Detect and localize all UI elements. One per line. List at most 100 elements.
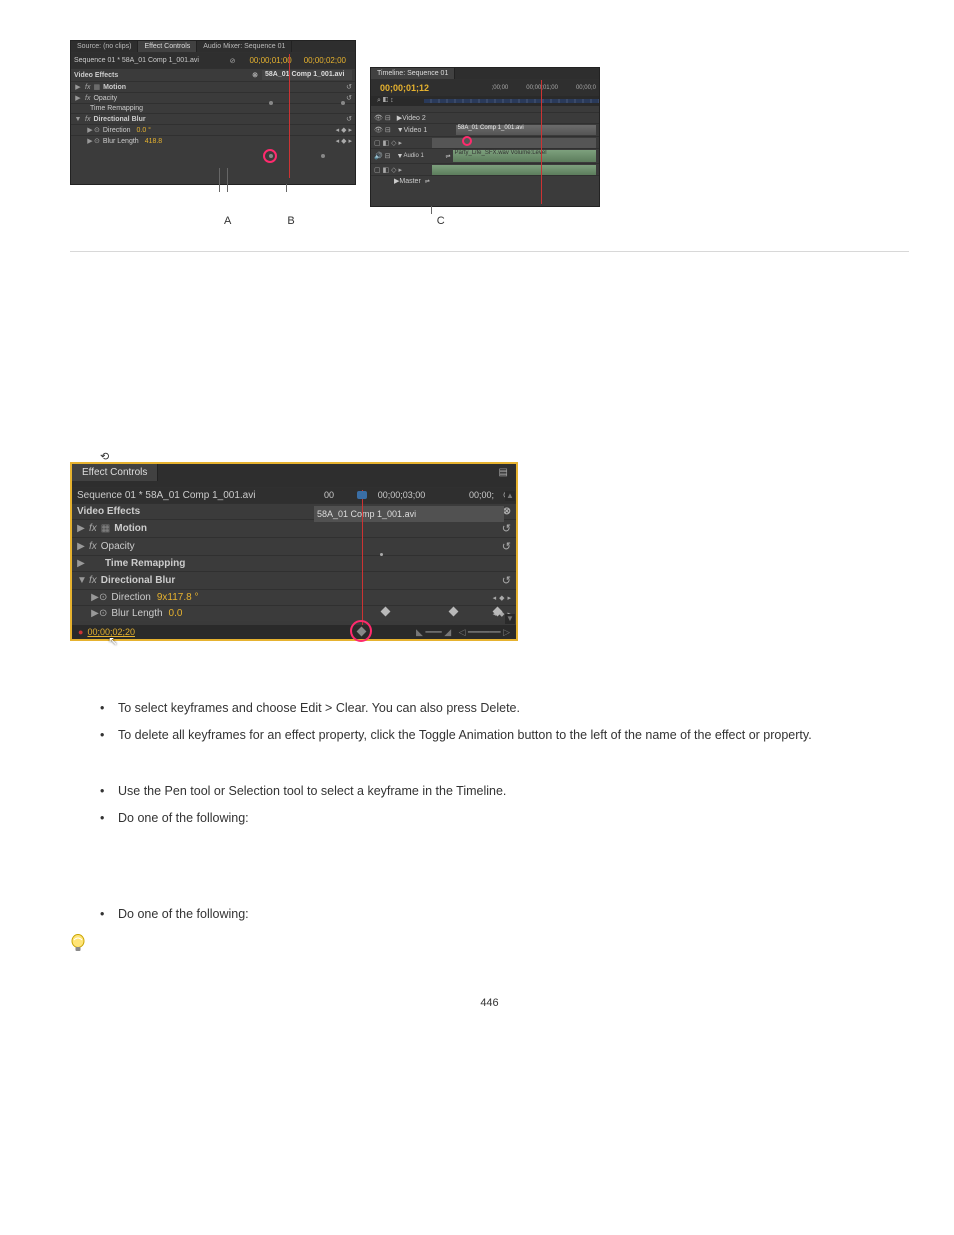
keyframe-marker[interactable] xyxy=(341,101,345,105)
snap-icon[interactable]: ⌕ ◧ ↕ xyxy=(377,97,394,105)
icon-toggle[interactable]: ⊗ xyxy=(252,71,258,79)
track-master[interactable]: Master xyxy=(399,178,420,185)
work-area-bar[interactable] xyxy=(424,99,599,103)
expand-icon[interactable]: ▶ xyxy=(74,83,82,91)
callout-line xyxy=(286,184,287,192)
clip-bar: 58A_01 Comp 1_001.avi xyxy=(262,70,352,80)
track-controls[interactable]: ▢ ◧ ◇ ▸ xyxy=(374,139,432,147)
callout-line xyxy=(219,168,220,192)
toggle-animation-icon[interactable]: ⊙ xyxy=(99,592,107,603)
ruler-tick: ;00;00 xyxy=(492,85,509,91)
bullet-item: Use the Pen tool or Selection tool to se… xyxy=(118,782,909,801)
scrollbar-up-icon[interactable]: ▲ xyxy=(505,491,515,501)
cti-head-icon[interactable] xyxy=(357,491,367,499)
effect-time-remapping[interactable]: Time Remapping xyxy=(90,105,143,112)
callout-circle xyxy=(263,149,277,163)
label-a: A xyxy=(224,215,231,227)
effect-time-remapping[interactable]: Time Remapping xyxy=(105,558,185,569)
track-controls[interactable]: ▢ ◧ ◇ ▸ xyxy=(374,166,432,174)
keyframe-next-icon[interactable]: ▸ xyxy=(348,126,352,134)
blur-length-value[interactable]: 418.8 xyxy=(145,138,163,145)
direction-value[interactable]: 0.0 ° xyxy=(137,127,151,134)
cursor-icon: ↖ xyxy=(108,634,118,648)
label-b: B xyxy=(287,215,294,227)
keyframe-next-icon[interactable]: ▸ xyxy=(348,137,352,145)
callout-line xyxy=(431,206,432,214)
effect-motion[interactable]: Motion xyxy=(103,84,346,91)
tab-audio-mixer[interactable]: Audio Mixer: Sequence 01 xyxy=(197,41,292,52)
expand-icon[interactable]: ▶ xyxy=(91,608,99,619)
callout-circle xyxy=(350,620,372,642)
keyframe-marker[interactable] xyxy=(321,154,325,158)
bullet-item: To select keyframes and choose Edit > Cl… xyxy=(118,699,909,718)
cti-timecode[interactable]: 00;00;01;12 xyxy=(374,81,435,95)
direction-value[interactable]: 9x117.8 ° xyxy=(157,592,199,603)
keyframe-marker[interactable] xyxy=(269,101,273,105)
page-number: 446 xyxy=(70,997,909,1009)
ruler-tick: 00;00; xyxy=(469,490,494,506)
icon-link[interactable]: ⊘ xyxy=(230,57,236,65)
panel-menu-icon[interactable]: ▤ xyxy=(491,464,516,481)
tip-icon xyxy=(70,934,86,957)
playhead[interactable] xyxy=(289,54,290,178)
effect-opacity[interactable]: Opacity xyxy=(93,95,346,102)
audio-clip-body[interactable] xyxy=(432,165,596,175)
zoom-controls[interactable]: ◣ ━━━ ◢ ◁ ━━━━━━ ▷ xyxy=(416,627,510,638)
video-clip-body[interactable] xyxy=(432,138,596,148)
blur-length-value[interactable]: 0.0 xyxy=(169,608,183,619)
timeline-panel: Timeline: Sequence 01 00;00;01;12 ;00;00… xyxy=(370,67,600,207)
toggle-animation-icon[interactable]: ⊙ xyxy=(94,126,100,134)
reset-icon[interactable]: ↺ xyxy=(346,83,352,91)
eye-icon[interactable]: 👁 ⊟ xyxy=(374,114,391,122)
collapse-icon[interactable]: ▼ xyxy=(74,116,82,123)
label-c: C xyxy=(437,215,445,227)
playhead[interactable] xyxy=(541,80,542,204)
effect-controls-panel-large: Effect Controls ▤ Sequence 01 * 58A_01 C… xyxy=(70,462,518,641)
toggle-animation-icon[interactable]: ⊙ xyxy=(94,137,100,145)
tab-effect-controls[interactable]: Effect Controls xyxy=(138,41,197,52)
effect-directional-blur[interactable]: Directional Blur xyxy=(93,116,346,123)
video-effects-heading: Video Effects xyxy=(74,72,252,79)
figure-labels: A B C xyxy=(78,215,909,227)
clip-bar: 58A_01 Comp 1_001.avi xyxy=(314,506,504,522)
ruler-tick: 00;00;0 xyxy=(576,85,596,91)
expand-icon[interactable]: ▶ xyxy=(86,137,94,145)
keyframe-add-icon[interactable]: ◆ xyxy=(341,137,346,145)
bullet-item: Do one of the following: xyxy=(118,809,909,828)
speaker-icon[interactable]: 🔊 ⊟ xyxy=(374,152,391,160)
bullet-item: To delete all keyframes for an effect pr… xyxy=(118,726,909,745)
collapse-icon[interactable]: ▼ xyxy=(397,127,404,134)
collapse-icon[interactable]: ▼ xyxy=(397,153,404,160)
expand-icon[interactable]: ▶ xyxy=(77,541,85,552)
expand-icon[interactable]: ▶ xyxy=(91,592,99,603)
expand-icon[interactable]: ▶ xyxy=(74,94,82,102)
playhead[interactable] xyxy=(362,490,363,625)
keyframe-next-icon[interactable]: ▸ xyxy=(507,594,511,602)
track-audio-1[interactable]: Audio 1 xyxy=(403,153,445,159)
reset-icon[interactable]: ↺ xyxy=(346,115,352,123)
keyframe-prev-icon[interactable]: ◂ xyxy=(336,126,340,134)
eye-icon[interactable]: 👁 ⊟ xyxy=(374,126,391,134)
track-video-1[interactable]: Video 1 xyxy=(404,127,452,134)
toggle-animation-icon[interactable]: ⊙ xyxy=(99,608,107,619)
audio-clip[interactable]: Party_Life_SFX.wav Volume:Level xyxy=(453,150,597,162)
video-clip[interactable]: 58A_01 Comp 1_001.avi xyxy=(456,125,596,135)
expand-icon[interactable]: ▶ xyxy=(86,126,94,134)
track-video-2[interactable]: Video 2 xyxy=(402,115,426,122)
expand-icon[interactable]: ▶ xyxy=(77,558,85,569)
collapse-icon[interactable]: ▼ xyxy=(77,575,85,586)
sequence-clip-label: Sequence 01 * 58A_01 Comp 1_001.avi xyxy=(74,57,230,64)
tab-timeline[interactable]: Timeline: Sequence 01 xyxy=(371,68,455,79)
expand-icon[interactable]: ▶ xyxy=(77,523,85,534)
callout-line xyxy=(227,168,228,192)
prop-direction: Direction xyxy=(103,127,131,134)
bullet-item: Do one of the following: xyxy=(118,905,909,924)
keyframe-add-icon[interactable]: ◆ xyxy=(341,126,346,134)
keyframe-timeline: 00 00;00;03;00 00;00; 58A_01 Comp 1_001.… xyxy=(314,490,504,625)
keyframe-marker[interactable] xyxy=(380,553,383,556)
tab-effect-controls[interactable]: Effect Controls xyxy=(72,464,158,481)
reset-icon[interactable]: ↺ xyxy=(346,94,352,102)
tab-source[interactable]: Source: (no clips) xyxy=(71,41,138,52)
keyframe-prev-icon[interactable]: ◂ xyxy=(336,137,340,145)
scrollbar-down-icon[interactable]: ▼ xyxy=(505,614,515,624)
